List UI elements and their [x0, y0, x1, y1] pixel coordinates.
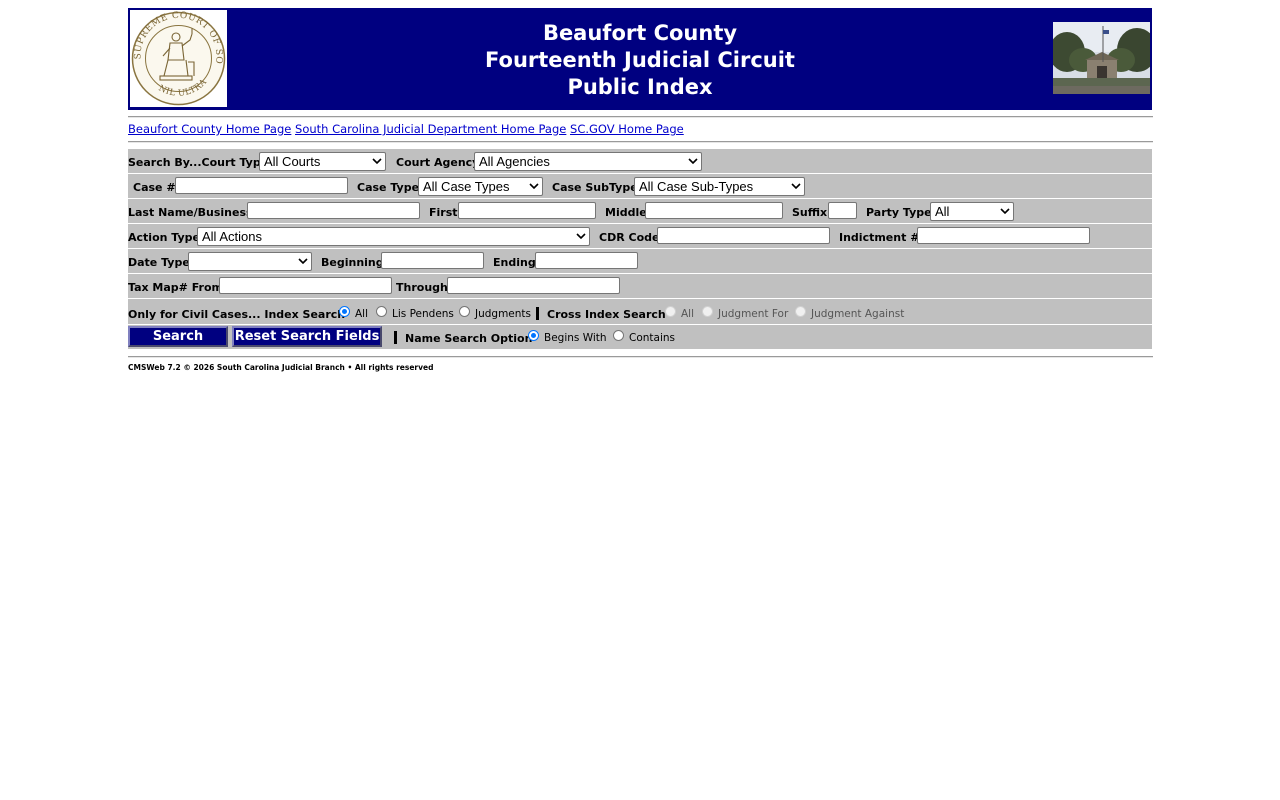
middle-name-label: Middle — [605, 206, 647, 219]
form-row-court: Search By...Court Type All Courts Court … — [128, 149, 1152, 174]
search-form: Search By...Court Type All Courts Court … — [128, 149, 1153, 350]
begins-with-label: Begins With — [544, 332, 607, 344]
case-subtype-select[interactable]: All Case Sub-Types — [634, 177, 805, 196]
search-by-court-type-label: Search By...Court Type — [128, 156, 269, 169]
begins-with-radio[interactable] — [528, 330, 539, 341]
footer-copyright: CMSWeb 7.2 © 2026 South Carolina Judicia… — [128, 363, 434, 372]
last-name-input[interactable] — [247, 202, 420, 219]
index-search-all-label: All — [355, 308, 369, 320]
form-row-action: Action Type All Actions CDR Code Indictm… — [128, 224, 1152, 249]
chevron-down-icon — [688, 158, 698, 165]
beginning-date-input[interactable] — [381, 252, 484, 269]
separator — [394, 331, 397, 344]
civil-index-search-label: Only for Civil Cases... Index Search — [128, 308, 346, 321]
separator — [536, 307, 539, 320]
chevron-down-icon — [1000, 208, 1010, 215]
case-type-select[interactable]: All Case Types — [418, 177, 543, 196]
cross-index-search-label: Cross Index Search — [547, 308, 666, 321]
indictment-number-input[interactable] — [917, 227, 1090, 244]
case-number-label: Case # — [133, 181, 176, 194]
court-agency-select[interactable]: All Agencies — [474, 152, 702, 171]
divider — [128, 356, 1153, 358]
through-label: Through — [396, 281, 448, 294]
search-button[interactable]: Search — [128, 326, 228, 347]
date-type-label: Date Type — [128, 256, 190, 269]
lis-pendens-label: Lis Pendens — [392, 308, 454, 320]
index-search-all-radio[interactable] — [339, 306, 350, 317]
ending-date-input[interactable] — [535, 252, 638, 269]
suffix-label: Suffix — [792, 206, 828, 219]
cdr-code-label: CDR Code — [599, 231, 660, 244]
form-row-case: Case # Case Type All Case Types Case Sub… — [128, 174, 1152, 199]
action-type-select[interactable]: All Actions — [197, 227, 590, 246]
courthouse-photo — [1053, 22, 1150, 94]
nav-links: Beaufort County Home Page South Carolina… — [128, 118, 1153, 141]
middle-name-input[interactable] — [645, 202, 783, 219]
action-type-label: Action Type — [128, 231, 200, 244]
tax-map-from-label: Tax Map# From — [128, 281, 223, 294]
last-name-business-label: Last Name/Business — [128, 206, 253, 219]
link-sc-judicial-department-home[interactable]: South Carolina Judicial Department Home … — [295, 122, 566, 136]
date-type-select[interactable] — [188, 252, 312, 271]
first-name-label: First — [429, 206, 458, 219]
form-row-tax-map: Tax Map# From Through — [128, 274, 1152, 299]
cross-index-all-radio[interactable] — [665, 306, 676, 317]
suffix-input[interactable] — [828, 202, 857, 219]
first-name-input[interactable] — [458, 202, 596, 219]
beginning-date-label: Beginning — [321, 256, 384, 269]
page-container: SUPREME COURT OF SOUTH CAROLINA NIL ULTR… — [128, 8, 1153, 372]
chevron-down-icon — [298, 258, 308, 265]
case-type-label: Case Type — [357, 181, 420, 194]
link-scgov-home[interactable]: SC.GOV Home Page — [570, 122, 684, 136]
court-type-select[interactable]: All Courts — [259, 152, 386, 171]
form-row-name: Last Name/Business First Middle Suffix P… — [128, 199, 1152, 224]
contains-radio[interactable] — [613, 330, 624, 341]
cdr-code-input[interactable] — [657, 227, 830, 244]
judgment-against-label: Judgment Against — [811, 308, 905, 320]
party-type-select[interactable]: All — [930, 202, 1014, 221]
judgment-for-label: Judgment For — [718, 308, 789, 320]
cross-index-all-label: All — [681, 308, 695, 320]
ending-date-label: Ending — [493, 256, 536, 269]
case-subtype-label: Case SubType — [552, 181, 638, 194]
contains-label: Contains — [629, 332, 676, 344]
party-type-label: Party Type — [866, 206, 932, 219]
reset-search-fields-button[interactable]: Reset Search Fields — [232, 326, 382, 347]
index-title: Public Index — [567, 75, 713, 99]
tax-map-through-input[interactable] — [447, 277, 620, 294]
judgments-label: Judgments — [475, 308, 532, 320]
chevron-down-icon — [372, 158, 382, 165]
form-row-actions: Search Reset Search Fields Name Search O… — [128, 325, 1152, 350]
judgment-against-radio[interactable] — [795, 306, 806, 317]
case-number-input[interactable] — [175, 177, 348, 194]
circuit-title: Fourteenth Judicial Circuit — [485, 48, 795, 72]
form-row-civil-index: Only for Civil Cases... Index Search All… — [128, 299, 1152, 325]
chevron-down-icon — [576, 233, 586, 240]
lis-pendens-radio[interactable] — [376, 306, 387, 317]
chevron-down-icon — [791, 183, 801, 190]
indictment-number-label: Indictment # — [839, 231, 920, 244]
county-title: Beaufort County — [542, 21, 738, 45]
link-beaufort-county-home[interactable]: Beaufort County Home Page — [128, 122, 291, 136]
header-titles: Beaufort County Fourteenth Judicial Circ… — [128, 20, 1152, 101]
chevron-down-icon — [529, 183, 539, 190]
judgment-for-radio[interactable] — [702, 306, 713, 317]
header-banner: SUPREME COURT OF SOUTH CAROLINA NIL ULTR… — [128, 8, 1152, 110]
form-row-date: Date Type Beginning Ending — [128, 249, 1152, 274]
divider — [128, 141, 1153, 143]
name-search-option-label: Name Search Option — [405, 332, 533, 345]
judgments-radio[interactable] — [459, 306, 470, 317]
tax-map-from-input[interactable] — [219, 277, 392, 294]
court-agency-label: Court Agency — [396, 156, 480, 169]
